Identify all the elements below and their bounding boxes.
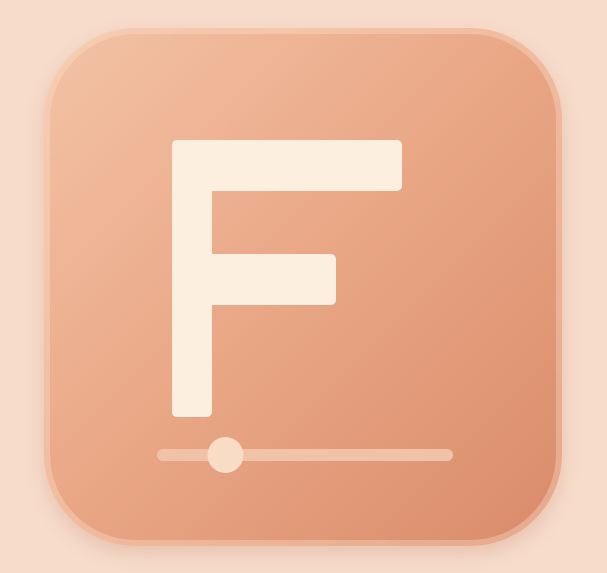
slider-icon bbox=[157, 437, 453, 473]
app-icon bbox=[44, 28, 562, 546]
